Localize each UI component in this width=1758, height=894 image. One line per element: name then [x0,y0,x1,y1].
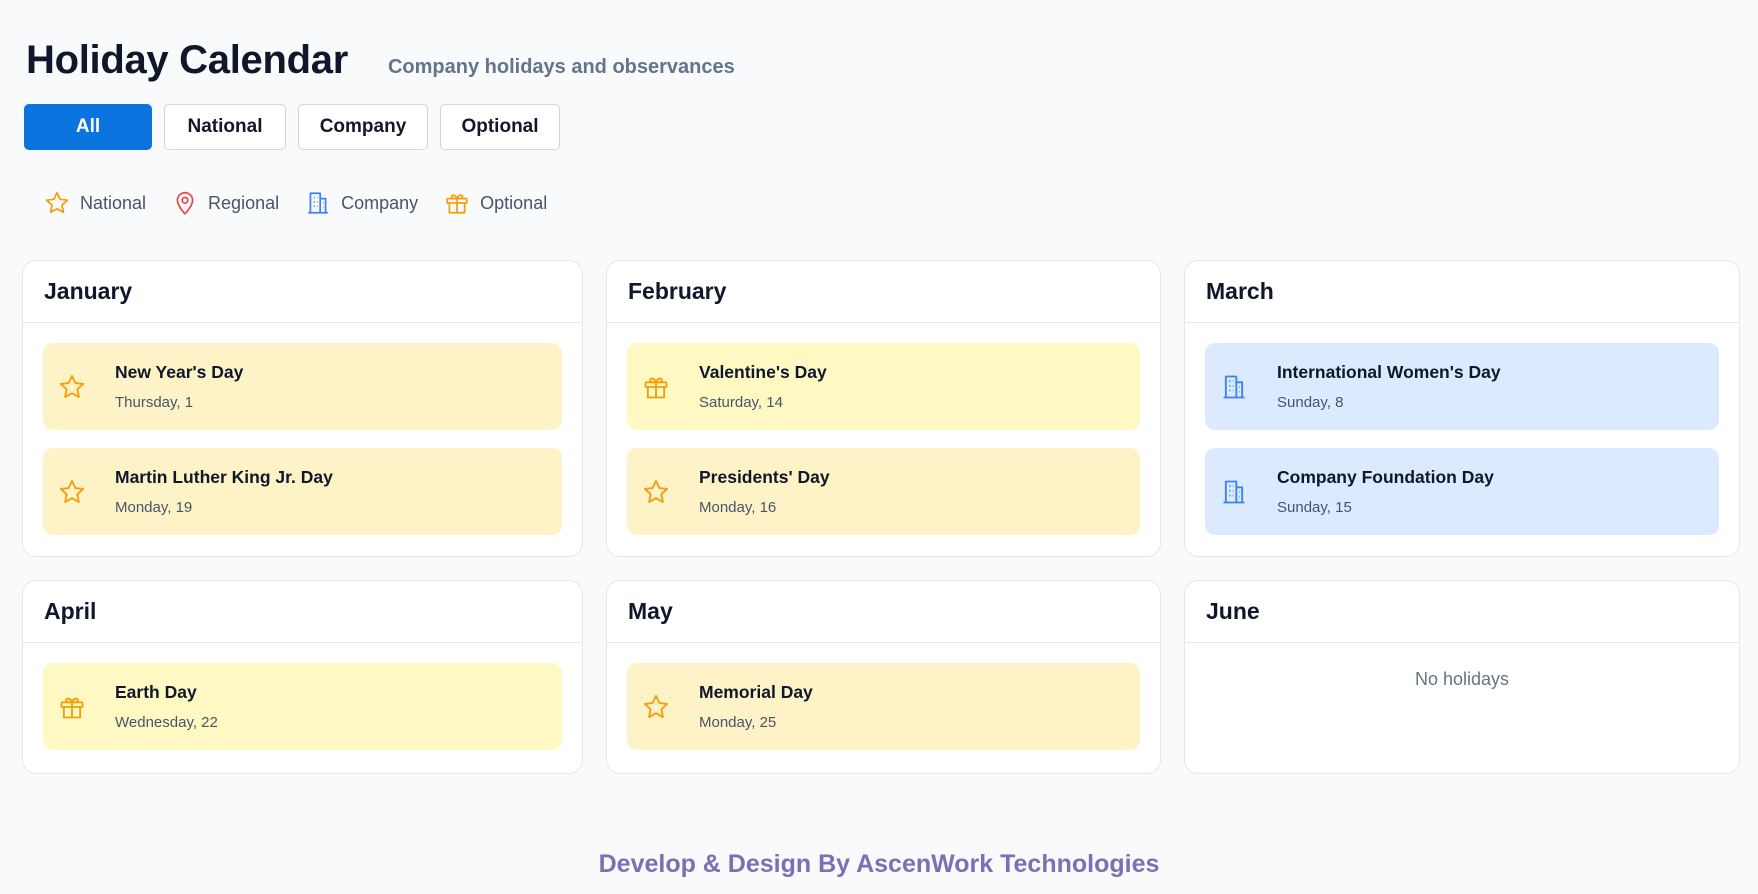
legend-label: National [80,192,147,213]
star-icon [643,694,669,718]
holiday-item[interactable]: New Year's Day Thursday, 1 [43,343,562,430]
holiday-date: Saturday, 14 [699,394,783,411]
filter-company-button[interactable]: Company [298,104,428,150]
month-header: May [607,581,1160,643]
holiday-name: Presidents' Day [699,467,830,487]
month-header: January [23,261,582,323]
star-icon [59,479,85,503]
holiday-name: Martin Luther King Jr. Day [115,467,333,487]
month-title: February [628,278,727,304]
gift-icon [60,697,84,718]
legend-label: Regional [208,192,280,213]
legend-item-optional: Optional [444,190,547,216]
filter-national-button[interactable]: National [164,104,286,150]
holiday-date: Monday, 25 [699,714,777,731]
holiday-date: Wednesday, 22 [115,714,218,731]
holiday-name: Valentine's Day [699,362,827,382]
holiday-item[interactable]: Memorial Day Monday, 25 [627,663,1140,750]
legend-label: Optional [480,192,548,213]
month-header: April [23,581,582,643]
month-header: March [1185,261,1739,323]
star-icon [59,374,85,398]
building-icon [1223,375,1245,398]
holiday-name: International Women's Day [1277,362,1501,382]
legend-item-national: National [44,190,146,216]
filter-all-button[interactable]: All [24,104,152,150]
month-title: January [44,278,133,304]
month-title: June [1206,598,1260,624]
month-card-june: June No holidays [1184,580,1740,774]
holiday-name: Earth Day [115,682,197,702]
month-title: March [1206,278,1274,304]
holiday-item[interactable]: Martin Luther King Jr. Day Monday, 19 [43,448,562,535]
legend-label: Company [341,192,419,213]
page-header: Holiday Calendar Company holidays and ob… [26,38,735,83]
filter-bar: All National Company Optional [24,104,560,150]
holiday-date: Thursday, 1 [115,394,194,411]
month-card-april: April Earth Day Wednesday, 22 [22,580,583,774]
star-icon [45,191,69,214]
holiday-name: New Year's Day [115,362,244,382]
legend-item-regional: Regional [172,190,279,216]
map-pin-icon [176,191,194,215]
gift-icon [446,194,468,214]
holiday-date: Monday, 16 [699,499,777,516]
month-title: May [628,598,673,624]
month-title: April [44,598,97,624]
holiday-date: Monday, 19 [115,499,193,516]
page-subtitle: Company holidays and observances [387,56,735,78]
month-card-march: March International Women's Day Sunday, 8… [1184,260,1740,557]
month-card-january: January New Year's Day Thursday, 1 Martin… [22,260,583,557]
footer-credit: Develop & Design By AscenWork Technologi… [598,850,1160,878]
holiday-item[interactable]: International Women's Day Sunday, 8 [1205,343,1719,430]
legend-item-company: Company [305,190,418,216]
filter-optional-button[interactable]: Optional [440,104,560,150]
page-title: Holiday Calendar [26,38,348,82]
month-card-may: May Memorial Day Monday, 25 [606,580,1161,774]
month-header: February [607,261,1160,323]
holiday-item[interactable]: Company Foundation Day Sunday, 15 [1205,448,1719,535]
month-header: June [1185,581,1739,643]
empty-state-text: No holidays [1414,668,1510,689]
gift-icon [644,377,668,398]
building-icon [308,192,328,214]
month-card-february: February Valentine's Day Saturday, 14 Pre… [606,260,1161,557]
holiday-item[interactable]: Valentine's Day Saturday, 14 [627,343,1140,430]
holiday-item[interactable]: Earth Day Wednesday, 22 [43,663,562,750]
star-icon [643,479,669,503]
building-icon [1223,480,1245,503]
holiday-name: Memorial Day [699,682,813,702]
holiday-date: Sunday, 8 [1277,394,1344,411]
holiday-date: Sunday, 15 [1277,499,1352,516]
legend: National Regional Company Optional [44,190,573,216]
month-grid: January New Year's Day Thursday, 1 Martin… [22,260,1740,774]
holiday-item[interactable]: Presidents' Day Monday, 16 [627,448,1140,535]
holiday-name: Company Foundation Day [1277,467,1494,487]
